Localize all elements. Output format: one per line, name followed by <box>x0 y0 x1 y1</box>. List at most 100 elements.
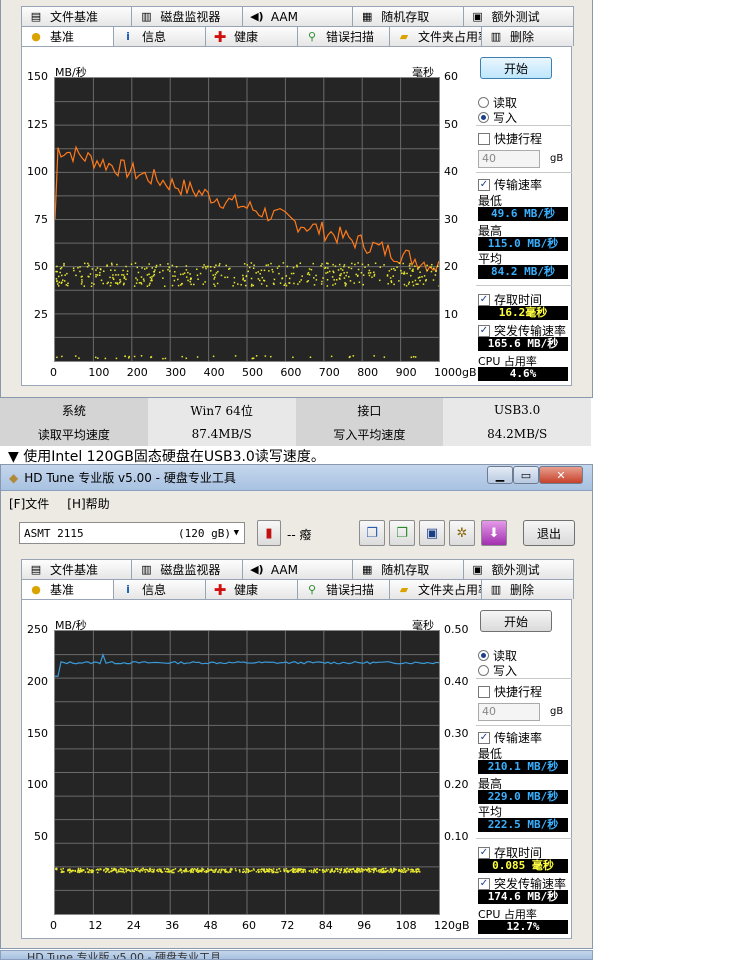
access-time-point <box>396 266 398 269</box>
menu-file[interactable]: [F]文件 <box>9 495 49 512</box>
exit-button[interactable]: 退出 <box>523 520 575 546</box>
short-stroke-checkbox[interactable]: 快捷行程 <box>478 683 542 700</box>
access-time-point <box>274 871 277 874</box>
access-time-point <box>88 869 91 871</box>
access-time-point <box>316 868 318 870</box>
short-stroke-checkbox[interactable]: 快捷行程 <box>478 130 542 147</box>
access-time-point <box>273 278 276 281</box>
tab-info[interactable]: i 信息 <box>113 579 206 599</box>
access-time-point <box>245 870 248 872</box>
access-time-point <box>349 868 351 871</box>
access-time-point <box>227 871 229 874</box>
menu-help[interactable]: [H]帮助 <box>67 495 109 512</box>
access-time-point <box>123 871 125 874</box>
access-time-point <box>115 357 118 360</box>
access-time-point <box>87 262 89 265</box>
tab-info[interactable]: i 信息 <box>113 26 206 46</box>
y-right-tick-label: 0.10 <box>444 830 469 844</box>
access-time-point <box>373 355 375 357</box>
tab-erase[interactable]: ▥ 删除 <box>481 26 574 46</box>
access-time-point <box>334 868 337 870</box>
access-time-point <box>114 269 116 272</box>
access-time-point <box>263 279 265 282</box>
write-radio[interactable]: 写入 <box>478 662 517 679</box>
tab-folder-usage[interactable]: ▰文件夹占用率 <box>389 26 482 46</box>
close-button[interactable]: ✕ <box>539 466 583 484</box>
temperature-button[interactable]: ▮ <box>257 520 281 546</box>
tab-aam[interactable]: ◀) AAM <box>241 6 354 26</box>
access-time-point <box>115 870 117 872</box>
tab-benchmark[interactable]: ● 基准 <box>21 26 114 46</box>
tab-erase[interactable]: ▥ 删除 <box>481 579 574 599</box>
access-time-point <box>430 270 433 273</box>
access-time-point <box>298 869 301 871</box>
minimize-button[interactable]: ▁ <box>487 466 513 484</box>
tab-folder-usage[interactable]: ▰文件夹占用率 <box>389 579 482 599</box>
access-time-point <box>125 870 127 873</box>
write-radio[interactable]: 写入 <box>478 109 517 126</box>
x-tick-label: 0 <box>50 366 57 379</box>
tab-error-scan[interactable]: ⚲ 错误扫描 <box>297 579 390 599</box>
access-time-point <box>243 263 246 265</box>
tab-disk-monitor[interactable]: ▥ 磁盘监视器 <box>131 559 243 579</box>
tab-random-access[interactable]: ▦ 随机存取 <box>352 559 464 579</box>
settings-button[interactable]: ✲ <box>449 520 475 546</box>
access-time-point <box>310 871 313 873</box>
access-time-point <box>213 283 215 286</box>
access-time-point <box>58 281 61 284</box>
start-button[interactable]: 开始 <box>480 610 552 632</box>
tab-health[interactable]: ✚ 健康 <box>205 579 298 599</box>
cpu-value: 12.7% <box>478 920 568 934</box>
access-time-point <box>348 276 350 278</box>
access-time-point <box>63 264 65 267</box>
access-time-point <box>275 869 278 871</box>
copy-button[interactable]: ❐ <box>359 520 385 546</box>
tab-benchmark[interactable]: ● 基准 <box>21 579 114 599</box>
drive-select[interactable]: ASMT 2115 (120 gB) ▼ <box>19 522 245 544</box>
access-time-point <box>259 273 262 275</box>
access-time-point <box>242 868 245 871</box>
access-time-point <box>146 285 149 287</box>
tab-aam[interactable]: ◀) AAM <box>241 559 354 579</box>
access-time-point <box>201 868 204 871</box>
access-time-point <box>213 278 215 280</box>
access-time-point <box>56 356 58 359</box>
access-time-point <box>389 277 392 279</box>
access-time-point <box>414 279 417 282</box>
tab-disk-monitor[interactable]: ▥ 磁盘监视器 <box>131 6 243 26</box>
tab-random-access[interactable]: ▦ 随机存取 <box>352 6 464 26</box>
access-time-point <box>226 276 229 279</box>
maximize-button[interactable]: ▭ <box>513 466 539 484</box>
tab-row-bottom: ●基准 i信息 ✚健康 ⚲错误扫描 ▰文件夹占用率 ▥删除 <box>21 579 574 599</box>
tab-file-benchmark[interactable]: ▤ 文件基准 <box>21 6 133 26</box>
start-button[interactable]: 开始 <box>480 57 552 79</box>
transfer-rate-checkbox[interactable]: ✓ 传输速率 <box>478 176 542 193</box>
x-tick-label: 400 <box>203 366 225 379</box>
access-time-point <box>321 868 324 871</box>
access-time-point <box>401 870 403 873</box>
tab-extra-tests[interactable]: ▣ 额外测试 <box>462 6 575 26</box>
short-stroke-spinner[interactable]: 40 <box>478 150 540 168</box>
save-button[interactable]: ▣ <box>419 520 445 546</box>
access-time-point <box>409 267 411 270</box>
access-time-point <box>232 285 234 287</box>
short-stroke-spinner[interactable]: 40 <box>478 703 540 721</box>
tab-health[interactable]: ✚ 健康 <box>205 26 298 46</box>
access-time-point <box>267 264 269 266</box>
access-time-point <box>284 283 287 285</box>
access-time-point <box>403 868 406 871</box>
transfer-rate-checkbox[interactable]: ✓ 传输速率 <box>478 729 542 746</box>
access-time-point <box>99 868 101 870</box>
copy-all-button[interactable]: ❐ <box>389 520 415 546</box>
tab-error-scan[interactable]: ⚲ 错误扫描 <box>297 26 390 46</box>
access-time-point <box>340 869 342 872</box>
access-time-point <box>120 870 123 873</box>
info-icon: i <box>126 30 130 43</box>
access-time-point <box>252 284 255 287</box>
download-button[interactable]: ⬇ <box>481 520 507 546</box>
tab-file-benchmark[interactable]: ▤ 文件基准 <box>21 559 133 579</box>
tab-extra-tests[interactable]: ▣ 额外测试 <box>462 559 575 579</box>
access-time-point <box>213 266 216 269</box>
access-time-point <box>263 269 266 272</box>
access-time-point <box>110 870 113 873</box>
